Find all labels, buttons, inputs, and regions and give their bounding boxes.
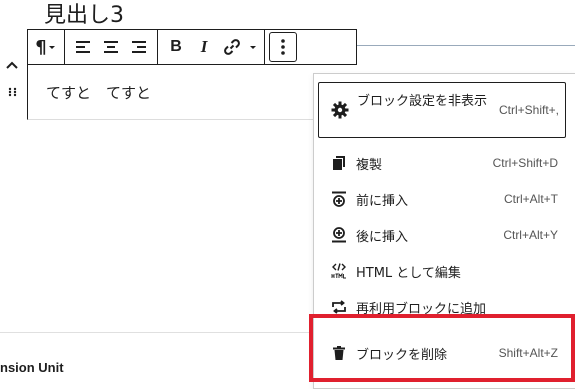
heading-block[interactable]: 見出し3 [44,2,124,30]
align-left-button[interactable] [69,33,97,61]
block-outline-line [357,45,575,46]
menu-item-label: ブロック設定を非表示 [357,94,488,109]
menu-item-shortcut: Ctrl+Alt+Y [503,228,558,242]
footer-label: nsion Unit [0,360,64,375]
menu-item-label: 後に挿入 [356,229,409,245]
align-center-icon [104,41,118,53]
align-center-button[interactable] [97,33,125,61]
bold-icon: B [170,38,182,55]
bold-button[interactable]: B [162,33,190,61]
kebab-menu-icon [281,39,285,55]
paragraph-text[interactable]: てすと てすと [46,82,151,103]
caret-down-icon [250,46,256,49]
insert-after-icon [330,226,348,244]
menu-item-label: HTML として編集 [356,265,461,281]
more-options-button[interactable] [269,32,297,62]
format-group: B I [158,30,265,64]
options-group [265,30,301,64]
menu-item-shortcut: Ctrl+Shift+, [498,103,559,117]
insert-before-icon [330,190,348,208]
menu-item-shortcut: Ctrl+Shift+D [492,156,558,170]
duplicate-icon [330,154,348,172]
alignment-group [65,30,158,64]
align-right-button[interactable] [125,33,153,61]
link-button[interactable] [218,33,246,61]
highlight-box [309,314,575,382]
align-right-icon [132,41,146,53]
menu-item-label: 前に挿入 [356,193,409,209]
section-divider [0,332,320,333]
align-left-icon [76,41,90,53]
italic-icon: I [200,37,208,56]
italic-button[interactable]: I [190,33,218,61]
link-icon [224,39,240,55]
chevron-up-icon[interactable] [6,60,18,72]
menu-item-insert-after[interactable]: 後に挿入 Ctrl+Alt+Y [314,220,575,250]
menu-item-label: 複製 [356,157,383,173]
block-toolbar: ¶ B I [27,29,357,65]
paragraph-icon: ¶ [35,36,47,58]
caret-down-icon [48,46,55,49]
paragraph-block[interactable]: てすと てすと [27,64,322,120]
menu-item-insert-before[interactable]: 前に挿入 Ctrl+Alt+T [314,184,575,214]
html-icon [330,262,348,280]
menu-item-edit-html[interactable]: HTML として編集 [314,256,575,286]
paragraph-transform-button[interactable]: ¶ [32,33,60,61]
menu-item-duplicate[interactable]: 複製 Ctrl+Shift+D [314,148,575,178]
menu-item-shortcut: Ctrl+Alt+T [503,192,558,206]
menu-item-hide-settings[interactable]: ブロック設定を非表示 Ctrl+Shift+, [318,82,566,138]
block-type-group: ¶ [28,30,65,64]
gear-icon [331,101,349,119]
drag-handle-icon[interactable] [7,86,19,98]
more-rich-text-button[interactable] [246,33,260,61]
